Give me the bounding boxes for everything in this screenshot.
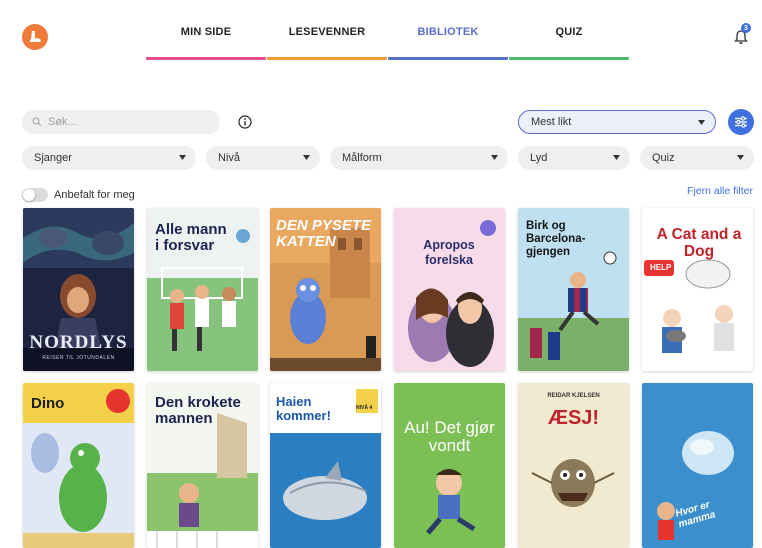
chevron-down-icon	[179, 155, 186, 160]
sort-select[interactable]: Mest likt	[518, 110, 716, 134]
notification-badge: 3	[741, 23, 751, 33]
book-title: Haien kommer!	[276, 394, 331, 423]
book-title: Birk og Barcelona-gjengen	[526, 220, 586, 258]
nav-quiz[interactable]: QUIZ	[509, 26, 629, 60]
search-icon	[32, 117, 42, 127]
book-cover-aesj[interactable]: REIDAR KJELSEN ÆSJ!	[518, 383, 629, 548]
filter-label: Lyd	[530, 152, 548, 164]
app-logo[interactable]	[22, 24, 48, 50]
nav-lesevenner[interactable]: LESEVENNER	[267, 26, 387, 60]
nav-label: MIN SIDE	[180, 26, 232, 38]
book-badge: NIVÅ 4	[356, 405, 373, 411]
book-title: ÆSJ!	[547, 407, 600, 429]
nav-bibliotek[interactable]: BIBLIOTEK	[388, 26, 508, 60]
book-cover-den-pysete-katten[interactable]: DEN PYSETE KATTEN	[270, 208, 381, 371]
book-cover-art	[394, 208, 505, 371]
recommended-label: Anbefalt for meg	[54, 189, 135, 201]
book-cover-dino[interactable]: Dino	[23, 383, 134, 548]
chevron-down-icon	[698, 120, 705, 125]
book-subtitle: REISEN TIL JOTUNDALEN	[42, 355, 115, 361]
recommended-toggle[interactable]	[22, 188, 48, 202]
book-cover-den-krokete-mannen[interactable]: Den krokete mannen	[147, 383, 258, 548]
sort-value: Mest likt	[531, 116, 572, 128]
book-authors: REIDAR KJELSEN	[547, 393, 600, 399]
search-field[interactable]	[22, 110, 220, 134]
book-badge: HELP	[650, 263, 672, 272]
book-title: A Cat and a Dog	[656, 226, 742, 260]
chevron-down-icon	[491, 155, 498, 160]
book-title: Den krokete mannen	[155, 394, 241, 427]
filter-settings-button[interactable]	[728, 109, 754, 135]
book-cover-hvor-er-mamma[interactable]: Hvor er mamma	[642, 383, 753, 548]
book-cover-apropos-forelska[interactable]: Apropos forelska	[394, 208, 505, 371]
filter-label: Sjanger	[34, 152, 72, 164]
book-cover-birk-og-barcelona-gjengen[interactable]: Birk og Barcelona-gjengen	[518, 208, 629, 371]
filter-label: Quiz	[652, 152, 675, 164]
chevron-down-icon	[737, 155, 744, 160]
book-title: NORDLYS	[29, 332, 128, 353]
book-cover-haien-kommer[interactable]: Haien kommer! NIVÅ 4	[270, 383, 381, 548]
filter-sjanger[interactable]: Sjanger	[22, 146, 196, 170]
boot-icon	[29, 31, 41, 42]
info-icon[interactable]	[238, 115, 252, 129]
clear-filters-link[interactable]: Fjern alle filter	[687, 185, 753, 197]
filter-label: Målform	[342, 152, 382, 164]
book-cover-au-det-gjor-vondt[interactable]: Au! Det gjør vondt	[394, 383, 505, 548]
nav-label: QUIZ	[555, 26, 583, 38]
book-title: DEN PYSETE KATTEN	[276, 217, 372, 250]
filter-label: Nivå	[218, 152, 241, 164]
toggle-knob	[23, 189, 35, 201]
nav-label: LESEVENNER	[288, 26, 366, 38]
chevron-down-icon	[303, 155, 310, 160]
book-cover-a-cat-and-a-dog[interactable]: A Cat and a Dog HELP	[642, 208, 753, 371]
book-title: Au! Det gjør vondt	[404, 418, 495, 455]
nav-underline	[388, 57, 508, 60]
filter-quiz[interactable]: Quiz	[640, 146, 754, 170]
sliders-icon	[735, 116, 747, 128]
nav-underline	[267, 57, 387, 60]
filter-lyd[interactable]: Lyd	[518, 146, 630, 170]
nav-underline	[509, 57, 629, 60]
search-input[interactable]	[48, 116, 208, 128]
book-cover-art	[394, 383, 505, 548]
top-navigation: MIN SIDE LESEVENNER BIBLIOTEK QUIZ 3	[0, 0, 762, 62]
nav-min-side[interactable]: MIN SIDE	[146, 26, 266, 60]
book-title: Alle mann i forsvar	[155, 221, 227, 254]
chevron-down-icon	[613, 155, 620, 160]
book-cover-alle-mann-i-forsvar[interactable]: Alle mann i forsvar	[147, 208, 258, 371]
nav-underline	[146, 57, 266, 60]
book-cover-nordlys[interactable]: NORDLYS REISEN TIL JOTUNDALEN	[23, 208, 134, 371]
filter-niva[interactable]: Nivå	[206, 146, 320, 170]
book-title: Dino	[31, 395, 65, 412]
book-title: Apropos forelska	[423, 238, 475, 267]
nav-label: BIBLIOTEK	[417, 26, 479, 38]
filter-malform[interactable]: Målform	[330, 146, 508, 170]
